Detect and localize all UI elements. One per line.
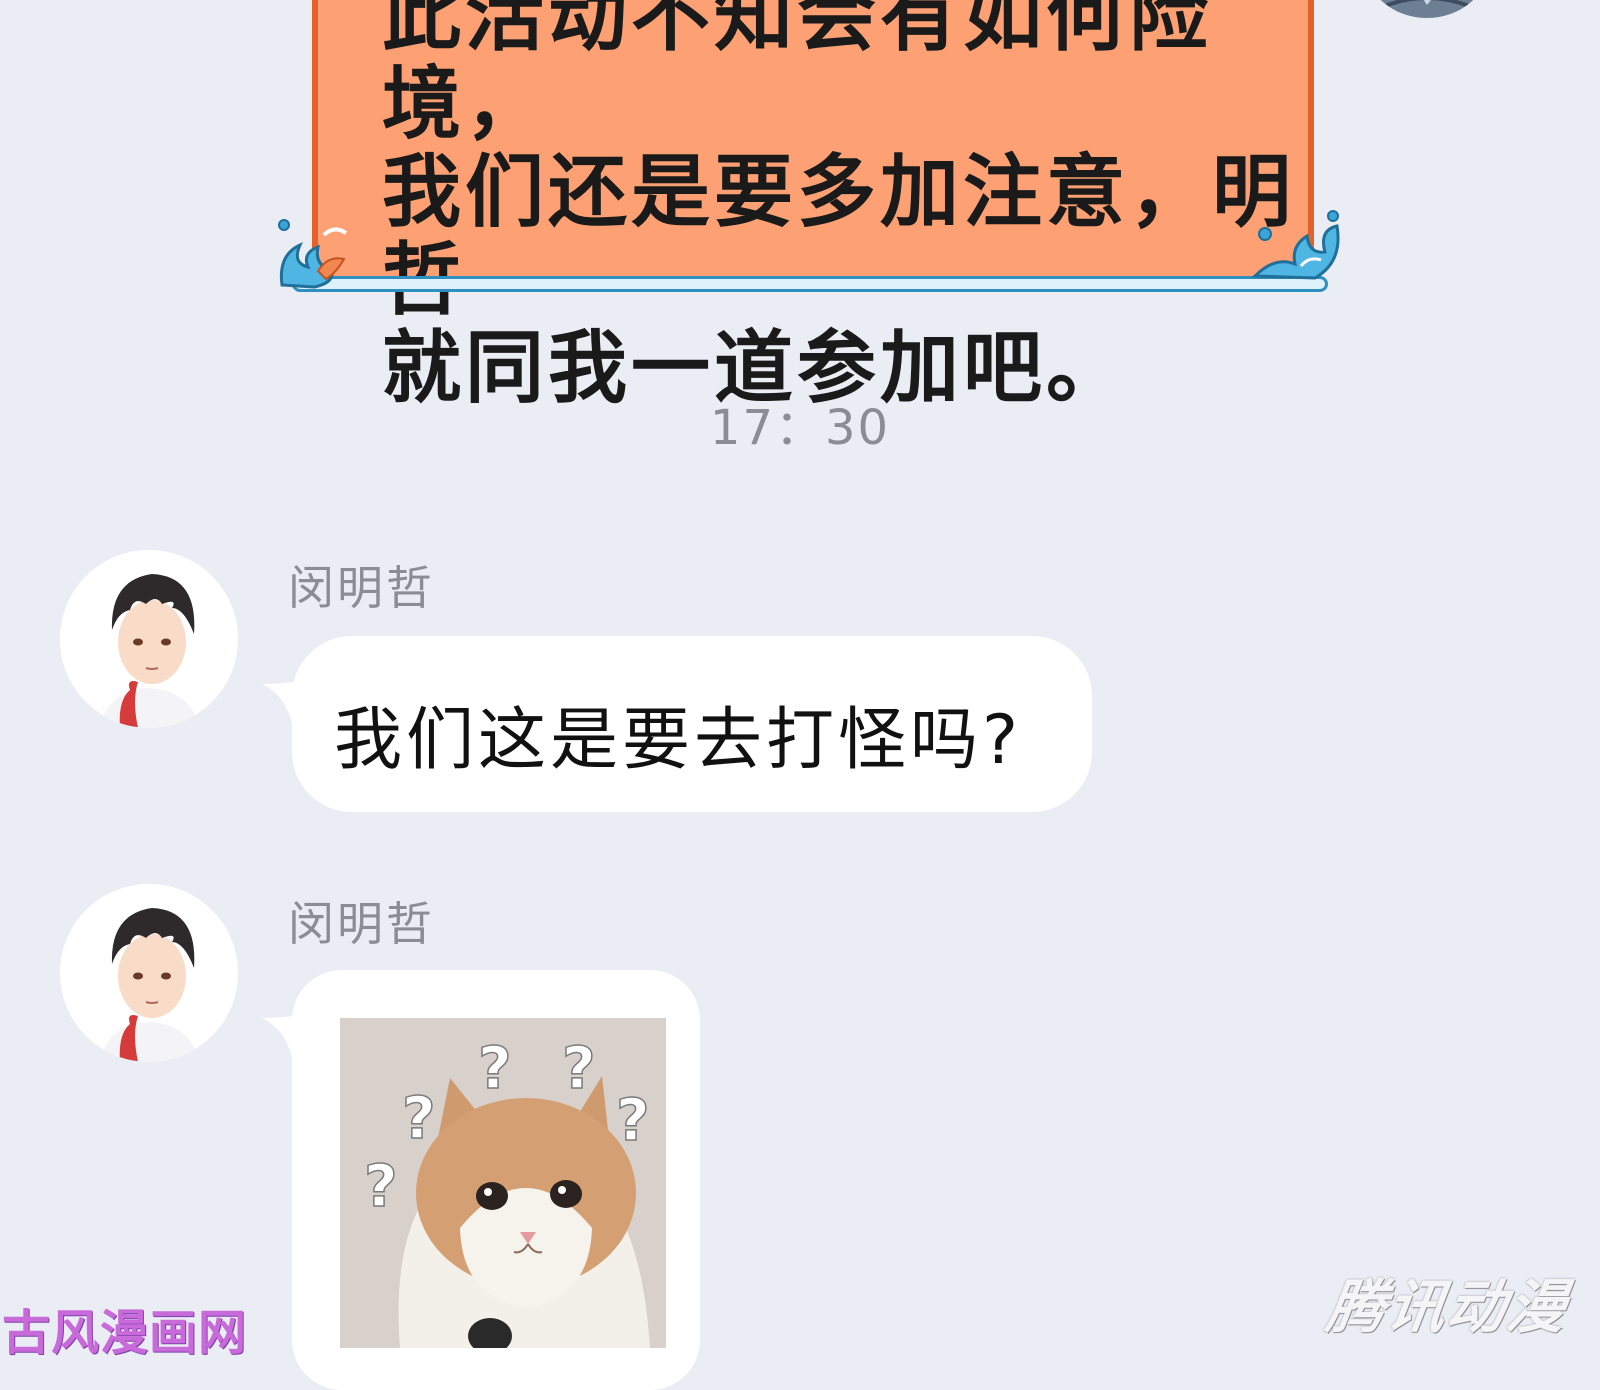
svg-text:?: ? (562, 1034, 596, 1102)
orange-bubble-body: 此活动不知会有如何险境， 我们还是要多加注意，明哲 就同我一道参加吧。 (312, 0, 1314, 412)
sender-avatar[interactable] (60, 884, 238, 1062)
watermark-right: 腾讯动漫 (1322, 1273, 1573, 1341)
message-line: 此活动不知会有如何险境， (382, 0, 1212, 150)
incoming-message-bubble[interactable]: 我们这是要去打怪吗? (292, 636, 1092, 812)
other-user-avatar[interactable] (1365, 0, 1489, 18)
sender-name: 闵明哲 (288, 561, 435, 615)
splash-wave-icon (278, 219, 348, 289)
bubble-base-bar (292, 276, 1328, 292)
sender-avatar[interactable] (60, 550, 238, 728)
outgoing-message-text: 此活动不知会有如何险境， 我们还是要多加注意，明哲 就同我一道参加吧。 (382, 0, 1302, 412)
sender-name: 闵明哲 (288, 897, 435, 951)
confused-cat-sticker-icon[interactable]: ? ? ? ? ? (340, 1018, 666, 1348)
chat-timestamp: 17：30 (709, 400, 891, 456)
outgoing-message-bubble[interactable]: 此活动不知会有如何险境， 我们还是要多加注意，明哲 就同我一道参加吧。 (278, 0, 1340, 412)
watermark-left: 古风漫画网 (2, 1305, 248, 1361)
svg-text:?: ? (364, 1152, 398, 1220)
message-line: 我们还是要多加注意，明哲 (382, 146, 1295, 324)
message-text: 我们这是要去打怪吗? (334, 701, 1023, 780)
splash-wave-icon (1251, 210, 1340, 280)
svg-text:?: ? (402, 1084, 436, 1152)
svg-text:?: ? (478, 1034, 512, 1102)
svg-text:?: ? (616, 1086, 650, 1154)
